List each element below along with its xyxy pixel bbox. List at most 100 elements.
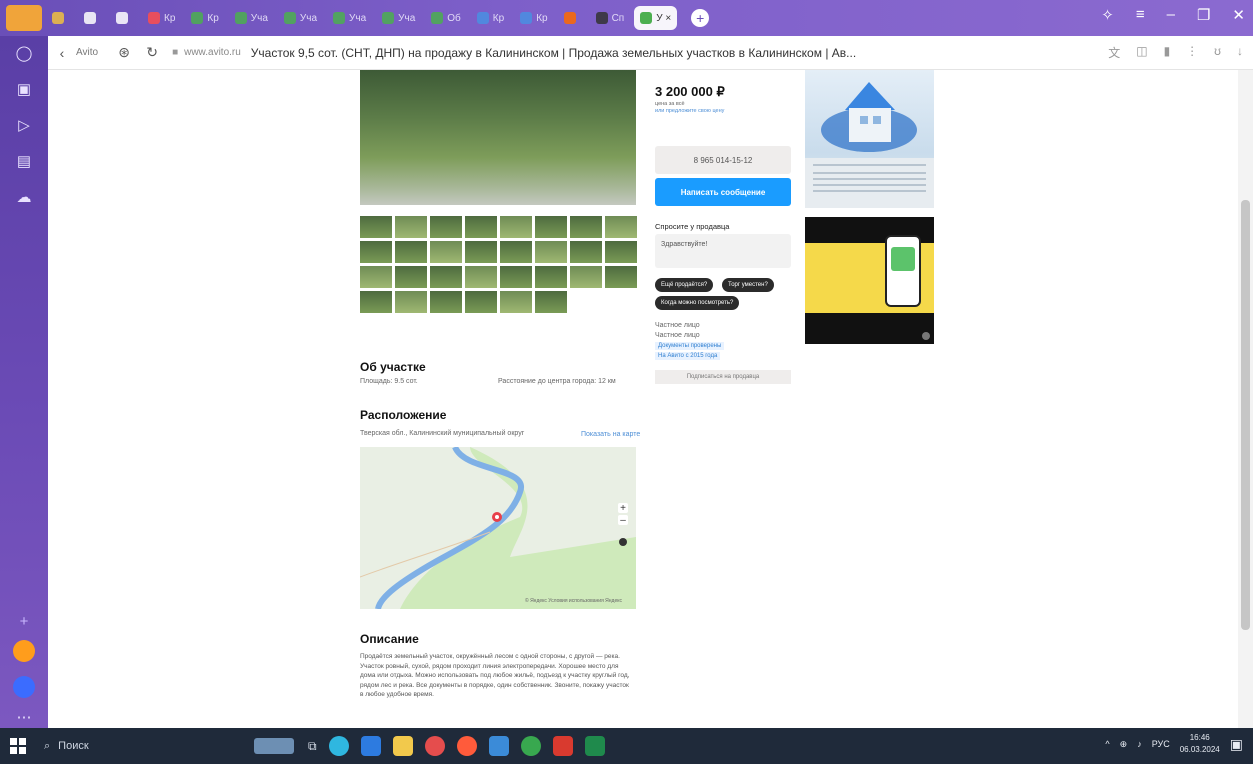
photo-thumbnail[interactable] bbox=[360, 216, 392, 238]
download-icon[interactable]: ↓ bbox=[1237, 44, 1243, 61]
photo-thumbnail[interactable] bbox=[570, 216, 602, 238]
play-icon[interactable]: ▷ bbox=[14, 116, 34, 136]
network-icon[interactable]: ⊕ bbox=[1120, 739, 1128, 750]
browser-tab[interactable]: Уча bbox=[376, 6, 421, 30]
alice-icon[interactable]: ◯ bbox=[14, 44, 34, 64]
extensions-icon[interactable]: ʊ bbox=[1214, 44, 1221, 61]
photo-thumbnail[interactable] bbox=[430, 241, 462, 263]
photo-thumbnail[interactable] bbox=[430, 216, 462, 238]
tray-chevron-icon[interactable]: ^ bbox=[1105, 739, 1109, 749]
map-locate-icon[interactable] bbox=[619, 538, 627, 546]
photo-thumbnail[interactable] bbox=[430, 291, 462, 313]
photo-thumbnail[interactable] bbox=[500, 216, 532, 238]
protect-icon[interactable]: ⊛ bbox=[110, 44, 138, 61]
browser-tab[interactable] bbox=[78, 6, 106, 30]
new-tab-button[interactable]: + bbox=[691, 9, 710, 27]
reader-icon[interactable]: ◫ bbox=[1136, 44, 1147, 61]
photo-thumbnail[interactable] bbox=[465, 266, 497, 288]
photo-thumbnail[interactable] bbox=[465, 216, 497, 238]
photo-thumbnail[interactable] bbox=[430, 266, 462, 288]
explorer-app-icon[interactable] bbox=[392, 736, 413, 756]
clock[interactable]: 16:46 06.03.2024 bbox=[1180, 732, 1220, 756]
browser-tab[interactable]: Уча bbox=[229, 6, 274, 30]
photo-thumbnail[interactable] bbox=[570, 266, 602, 288]
start-button[interactable] bbox=[10, 738, 26, 754]
translate-icon[interactable]: 文 bbox=[1108, 44, 1120, 61]
photo-thumbnail[interactable] bbox=[360, 241, 392, 263]
mail-icon[interactable] bbox=[13, 640, 35, 662]
photo-thumbnail[interactable] bbox=[395, 241, 427, 263]
more-icon[interactable]: ⋯ bbox=[14, 708, 34, 728]
quick-question-chip[interactable]: Ещё продаётся? bbox=[655, 278, 714, 292]
url-page-title[interactable]: Участок 9,5 сот. (СНТ, ДНП) на продажу в… bbox=[251, 46, 951, 60]
photo-thumbnail[interactable] bbox=[465, 241, 497, 263]
pdf-app-icon[interactable] bbox=[552, 736, 573, 756]
language-indicator[interactable]: РУС bbox=[1152, 739, 1170, 749]
browser-tab[interactable]: Сп bbox=[590, 6, 631, 30]
video-icon[interactable]: ▤ bbox=[14, 152, 34, 172]
photo-thumbnail[interactable] bbox=[360, 266, 392, 288]
notifications-icon[interactable]: ▣ bbox=[1230, 736, 1243, 753]
ask-seller-input[interactable]: Здравствуйте! bbox=[655, 234, 791, 268]
add-icon[interactable]: + bbox=[14, 612, 34, 632]
photo-thumbnail[interactable] bbox=[360, 291, 392, 313]
minimize-button[interactable]: – bbox=[1167, 6, 1175, 24]
quick-question-chip[interactable]: Торг уместен? bbox=[722, 278, 774, 292]
map-pin-icon[interactable] bbox=[492, 512, 502, 522]
page-scrollbar[interactable] bbox=[1238, 70, 1253, 728]
telegram-app-icon[interactable] bbox=[488, 736, 509, 756]
photo-thumbnail[interactable] bbox=[500, 291, 532, 313]
photo-thumbnail[interactable] bbox=[395, 291, 427, 313]
cloud-icon[interactable]: ☁ bbox=[14, 188, 34, 208]
bookmark-icon[interactable]: ▮ bbox=[1164, 44, 1171, 61]
browser-tab[interactable]: Уча bbox=[278, 6, 323, 30]
yandex-app-icon[interactable] bbox=[424, 736, 445, 756]
active-tab[interactable]: У × bbox=[634, 6, 678, 30]
photo-thumbnail[interactable] bbox=[395, 216, 427, 238]
photo-thumbnail[interactable] bbox=[535, 216, 567, 238]
back-button[interactable]: ‹ bbox=[48, 45, 76, 61]
messenger-icon[interactable] bbox=[13, 676, 35, 698]
edge-app-icon[interactable] bbox=[328, 736, 349, 756]
menu-dots-icon[interactable]: ⋮ bbox=[1186, 44, 1198, 61]
mail-app-icon[interactable] bbox=[360, 736, 381, 756]
browser-tab[interactable] bbox=[110, 6, 138, 30]
task-view-icon[interactable]: ⧉ bbox=[308, 739, 317, 754]
taskbar-search[interactable]: ⌕ Поиск bbox=[34, 732, 184, 760]
browser-logo[interactable] bbox=[6, 5, 42, 31]
write-message-button[interactable]: Написать сообщение bbox=[655, 178, 791, 206]
main-listing-photo[interactable] bbox=[360, 70, 636, 205]
reload-button[interactable]: ↻ bbox=[138, 44, 166, 61]
restore-button[interactable]: ❐ bbox=[1197, 6, 1210, 24]
excel-app-icon[interactable] bbox=[584, 736, 605, 756]
ad-banner-app[interactable] bbox=[805, 217, 934, 344]
pin-icon[interactable]: ✧ bbox=[1101, 6, 1114, 24]
browser-tab[interactable]: Кр bbox=[185, 6, 224, 30]
browser-tab[interactable]: Уча bbox=[327, 6, 372, 30]
location-map[interactable]: + – © Яндекс Условия использования Яндек… bbox=[360, 447, 636, 609]
browser-tab[interactable]: Кр bbox=[142, 6, 181, 30]
photo-thumbnail[interactable] bbox=[570, 241, 602, 263]
show-on-map-link[interactable]: Показать на карте bbox=[581, 431, 640, 438]
photo-thumbnail[interactable] bbox=[605, 241, 637, 263]
yandex-browser-icon[interactable] bbox=[456, 736, 477, 756]
ad-close-icon[interactable] bbox=[922, 332, 930, 340]
seller-label[interactable]: Частное лицо bbox=[655, 322, 700, 329]
browser-tab[interactable] bbox=[46, 6, 74, 30]
subscribe-seller-button[interactable]: Подписаться на продавца bbox=[655, 370, 791, 384]
photo-thumbnail[interactable] bbox=[535, 291, 567, 313]
photo-thumbnail[interactable] bbox=[605, 216, 637, 238]
quick-question-chip[interactable]: Когда можно посмотреть? bbox=[655, 296, 740, 310]
map-zoom-out-button[interactable]: – bbox=[618, 515, 628, 526]
price-offer-link[interactable]: или предложите свою цену bbox=[655, 108, 724, 114]
photo-thumbnail[interactable] bbox=[535, 241, 567, 263]
url-domain[interactable]: www.avito.ru bbox=[184, 47, 241, 58]
photo-thumbnail[interactable] bbox=[465, 291, 497, 313]
photo-thumbnail[interactable] bbox=[500, 266, 532, 288]
photo-thumbnail[interactable] bbox=[395, 266, 427, 288]
menu-icon[interactable]: ≡ bbox=[1136, 6, 1145, 24]
scrollbar-thumb[interactable] bbox=[1241, 200, 1250, 630]
browser-tab[interactable] bbox=[558, 6, 586, 30]
map-zoom-in-button[interactable]: + bbox=[618, 503, 628, 514]
close-button[interactable]: ✕ bbox=[1232, 6, 1245, 24]
